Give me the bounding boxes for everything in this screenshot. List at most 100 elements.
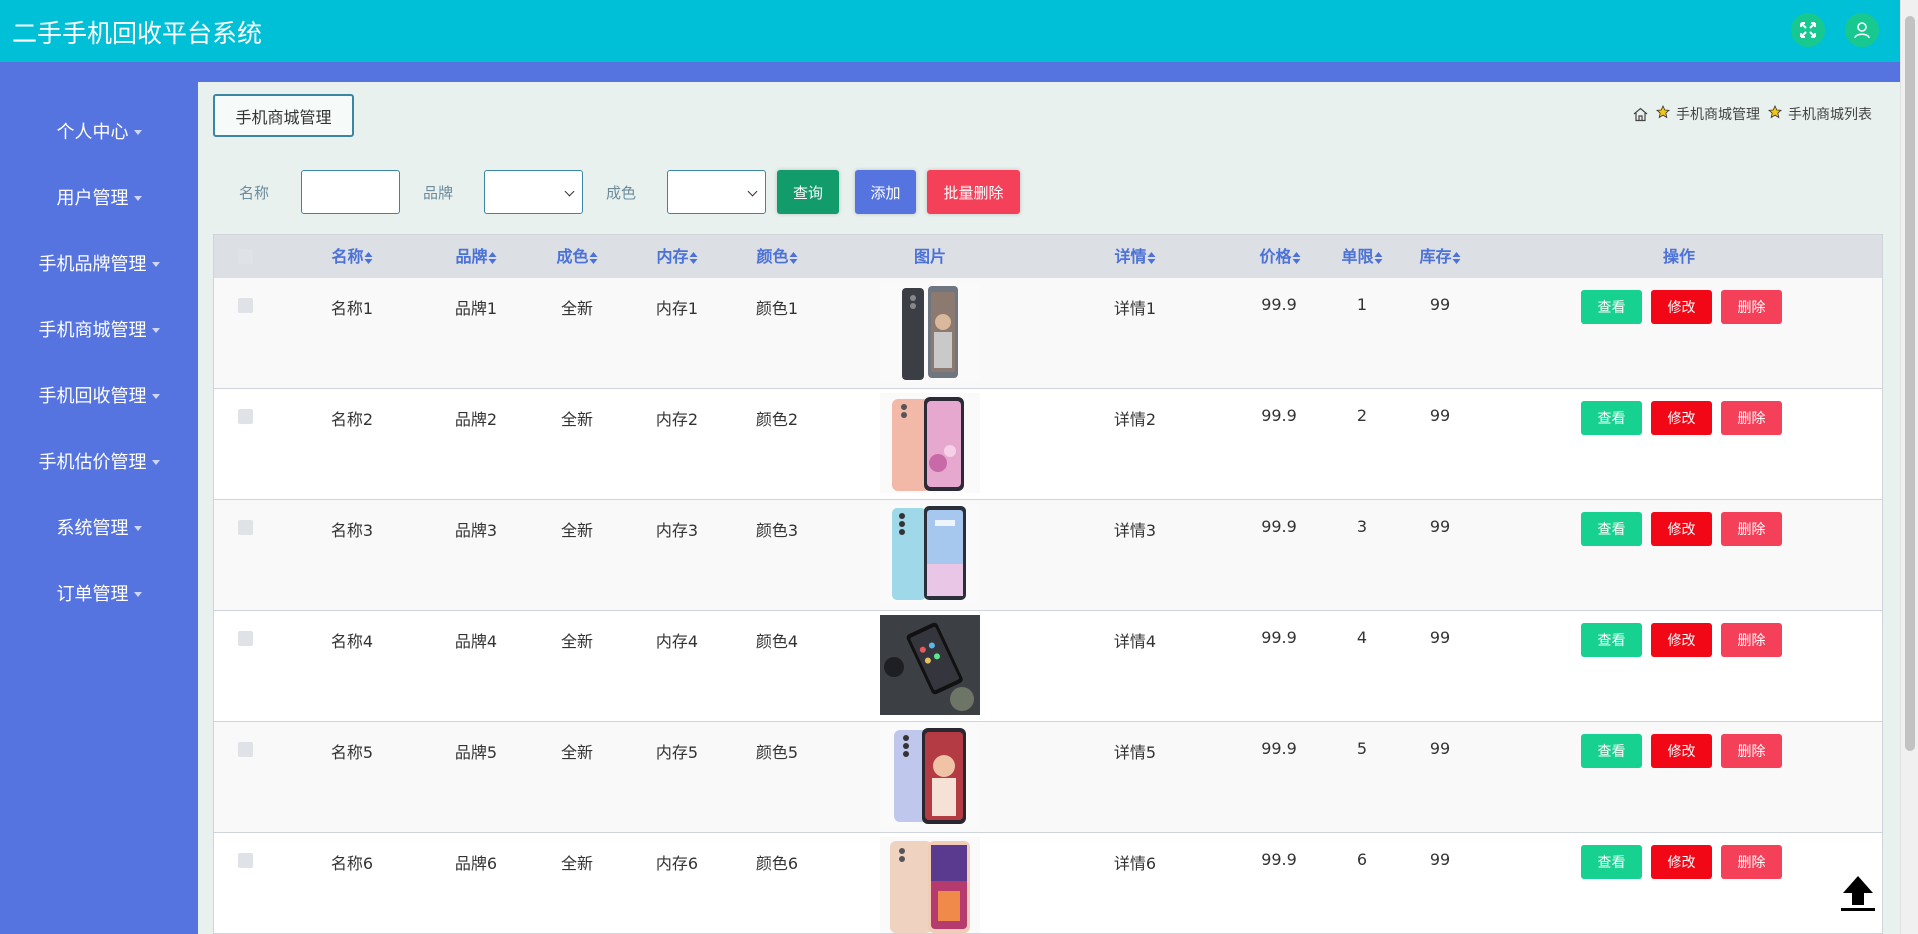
cell-brand: 品牌4 — [454, 632, 498, 651]
sidebar-item-recycle-management[interactable]: 手机回收管理 — [0, 375, 198, 415]
sidebar-item-mall-management[interactable]: 手机商城管理 — [0, 309, 198, 349]
cell-color: 颜色2 — [755, 410, 799, 429]
sort-icon — [488, 251, 497, 264]
cell-stock: 99 — [1429, 406, 1451, 425]
header-label: 内存 — [656, 247, 689, 266]
page-scrollbar[interactable] — [1900, 0, 1918, 934]
row-checkbox[interactable] — [238, 520, 253, 535]
cell-detail: 详情2 — [1113, 410, 1157, 429]
batch-delete-button[interactable]: 批量删除 — [927, 170, 1020, 214]
name-input[interactable] — [301, 170, 400, 214]
cell-price: 99.9 — [1261, 295, 1297, 314]
cell-limit: 4 — [1356, 628, 1368, 647]
view-button[interactable]: 查看 — [1581, 845, 1642, 879]
header-label: 品牌 — [455, 247, 488, 266]
view-button[interactable]: 查看 — [1581, 290, 1642, 324]
edit-button[interactable]: 修改 — [1651, 734, 1712, 768]
user-icon — [1854, 22, 1870, 39]
header-actions: 操作 — [1663, 235, 1695, 278]
top-header: 二手手机回收平台系统 — [0, 0, 1900, 62]
table-row: 名称4 品牌4 全新 内存4 颜色4 详情4 99.9 4 99 查看 修改 删… — [214, 611, 1882, 722]
product-image[interactable] — [880, 837, 980, 934]
view-button[interactable]: 查看 — [1581, 512, 1642, 546]
sidebar-item-user-management[interactable]: 用户管理 — [0, 177, 198, 217]
header-label: 单限 — [1341, 247, 1374, 266]
view-button[interactable]: 查看 — [1581, 734, 1642, 768]
row-checkbox[interactable] — [238, 409, 253, 424]
row-checkbox[interactable] — [238, 853, 253, 868]
cell-condition: 全新 — [560, 854, 594, 873]
table-row: 名称5 品牌5 全新 内存5 颜色5 详情5 99.9 5 99 查看 修改 删… — [214, 722, 1882, 833]
header-limit[interactable]: 单限 — [1341, 235, 1383, 278]
row-checkbox[interactable] — [238, 631, 253, 646]
product-image[interactable] — [880, 726, 980, 826]
delete-button[interactable]: 删除 — [1721, 623, 1782, 657]
back-to-top-icon[interactable] — [1838, 873, 1878, 913]
cell-name: 名称1 — [330, 299, 374, 318]
scrollbar-thumb[interactable] — [1905, 16, 1915, 751]
cell-limit: 1 — [1356, 295, 1368, 314]
cell-color: 颜色6 — [755, 854, 799, 873]
header-color[interactable]: 颜色 — [756, 235, 798, 278]
product-image[interactable] — [880, 282, 980, 382]
add-button[interactable]: 添加 — [855, 170, 916, 214]
edit-button[interactable]: 修改 — [1651, 512, 1712, 546]
header-brand[interactable]: 品牌 — [455, 235, 497, 278]
row-checkbox[interactable] — [238, 742, 253, 757]
home-icon[interactable] — [1633, 107, 1648, 122]
row-checkbox[interactable] — [238, 298, 253, 313]
condition-select[interactable] — [667, 170, 766, 214]
cell-name: 名称3 — [330, 521, 374, 540]
header-stock[interactable]: 库存 — [1419, 235, 1461, 278]
header-memory[interactable]: 内存 — [656, 235, 698, 278]
header-detail[interactable]: 详情 — [1114, 235, 1156, 278]
query-button[interactable]: 查询 — [777, 170, 839, 214]
header-price[interactable]: 价格 — [1259, 235, 1301, 278]
cell-price: 99.9 — [1261, 406, 1297, 425]
cell-limit: 2 — [1356, 406, 1368, 425]
user-button[interactable] — [1845, 13, 1879, 47]
delete-button[interactable]: 删除 — [1721, 845, 1782, 879]
edit-button[interactable]: 修改 — [1651, 623, 1712, 657]
delete-button[interactable]: 删除 — [1721, 512, 1782, 546]
fullscreen-icon — [1800, 22, 1816, 38]
product-image[interactable] — [880, 393, 980, 493]
product-image[interactable] — [880, 615, 980, 715]
sidebar-item-valuation-management[interactable]: 手机估价管理 — [0, 441, 198, 481]
cell-memory: 内存2 — [655, 410, 699, 429]
cell-detail: 详情3 — [1113, 521, 1157, 540]
cell-name: 名称4 — [330, 632, 374, 651]
cell-name: 名称2 — [330, 410, 374, 429]
product-image[interactable] — [880, 504, 980, 604]
view-button[interactable]: 查看 — [1581, 401, 1642, 435]
edit-button[interactable]: 修改 — [1651, 401, 1712, 435]
sidebar-item-brand-management[interactable]: 手机品牌管理 — [0, 243, 198, 283]
header-name[interactable]: 名称 — [331, 235, 373, 278]
delete-button[interactable]: 删除 — [1721, 401, 1782, 435]
delete-button[interactable]: 删除 — [1721, 734, 1782, 768]
sidebar-item-system-management[interactable]: 系统管理 — [0, 507, 198, 547]
header-condition[interactable]: 成色 — [556, 235, 598, 278]
brand-select[interactable] — [484, 170, 583, 214]
cell-memory: 内存6 — [655, 854, 699, 873]
edit-button[interactable]: 修改 — [1651, 845, 1712, 879]
cell-detail: 详情1 — [1113, 299, 1157, 318]
cell-color: 颜色4 — [755, 632, 799, 651]
sidebar-item-order-management[interactable]: 订单管理 — [0, 573, 198, 613]
cell-limit: 3 — [1356, 517, 1368, 536]
breadcrumb: 手机商城管理 手机商城列表 — [1633, 104, 1872, 124]
star-icon — [1768, 105, 1782, 119]
cell-name: 名称6 — [330, 854, 374, 873]
select-all-checkbox[interactable] — [238, 249, 253, 264]
product-table: 名称 品牌 成色 内存 颜色 图片 详情 价格 单限 库存 操作 名称1 品牌1… — [213, 234, 1883, 934]
view-button[interactable]: 查看 — [1581, 623, 1642, 657]
fullscreen-button[interactable] — [1791, 13, 1825, 47]
sort-icon — [1292, 251, 1301, 264]
delete-button[interactable]: 删除 — [1721, 290, 1782, 324]
cell-condition: 全新 — [560, 410, 594, 429]
sidebar-item-personal-center[interactable]: 个人中心 — [0, 111, 198, 151]
breadcrumb-item[interactable]: 手机商城管理 — [1676, 104, 1760, 124]
cell-detail: 详情5 — [1113, 743, 1157, 762]
edit-button[interactable]: 修改 — [1651, 290, 1712, 324]
caret-down-icon — [151, 459, 160, 465]
